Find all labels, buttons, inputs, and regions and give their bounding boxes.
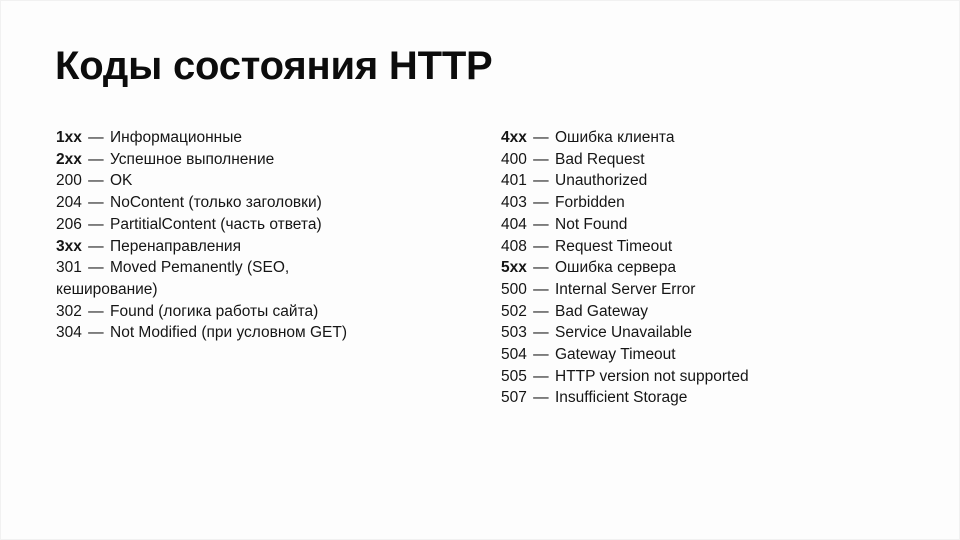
em-dash-separator: — [83,259,108,277]
status-code-line: 502 — Bad Gateway [501,301,921,323]
status-code-description: Bad Gateway [555,302,649,320]
status-code-value: 404 [501,215,527,233]
em-dash-separator: — [83,172,108,190]
status-code-value: 505 [501,367,527,385]
status-code-line: 5xx — Ошибка сервера [501,257,921,279]
em-dash-separator: — [83,324,108,342]
status-code-value: 4xx [501,129,527,146]
em-dash-separator: — [528,346,553,364]
page-title: Коды состояния HTTP [55,44,493,88]
em-dash-separator: — [528,172,553,190]
status-code-line: 500 — Internal Server Error [501,279,921,301]
em-dash-separator: — [528,324,553,342]
status-code-description: Информационные [110,129,243,146]
status-code-description: PartitialContent (часть ответа) [110,215,322,233]
status-code-line: 301 — Moved Pemanently (SEO, кеширование… [56,257,386,300]
em-dash-separator: — [528,150,553,168]
status-code-line: 404 — Not Found [501,214,921,236]
status-code-value: 5xx [501,259,527,277]
status-code-line: 302 — Found (логика работы сайта) [56,301,476,323]
em-dash-separator: — [528,280,553,298]
status-code-value: 403 [501,194,527,212]
status-code-line: 503 — Service Unavailable [501,322,921,344]
status-code-description: Found (логика работы сайта) [110,302,319,320]
status-code-description: Insufficient Storage [555,389,688,407]
em-dash-separator: — [528,367,553,385]
em-dash-separator: — [528,259,553,277]
status-code-value: 1xx [56,129,82,146]
status-code-line: 304 — Not Modified (при условном GET) [56,322,476,344]
status-code-value: 3xx [56,237,82,255]
status-code-value: 2xx [56,150,82,168]
em-dash-separator: — [83,129,108,146]
status-code-value: 304 [56,324,82,342]
status-code-value: 204 [56,194,82,212]
status-code-line: 505 — HTTP version not supported [501,366,921,388]
status-code-line: 1xx — Информационные [56,127,476,149]
status-code-line: 200 — OK [56,170,476,192]
status-code-description: Request Timeout [555,237,673,255]
status-code-description: Unauthorized [555,172,648,190]
em-dash-separator: — [528,389,553,407]
status-code-line: 204 — NoContent (только заголовки) [56,192,476,214]
status-code-description: Успешное выполнение [110,150,275,168]
status-code-value: 507 [501,389,527,407]
status-code-description: Not Found [555,215,628,233]
status-code-description: Not Modified (при условном GET) [110,324,348,342]
status-code-line: 206 — PartitialContent (часть ответа) [56,214,476,236]
status-code-description: Forbidden [555,194,625,212]
status-code-value: 401 [501,172,527,190]
left-column: 1xx — Информационные 2xx — Успешное выпол… [56,127,476,344]
em-dash-separator: — [528,129,553,146]
status-code-description: Перенаправления [110,237,241,255]
status-code-value: 200 [56,172,82,190]
em-dash-separator: — [528,237,553,255]
status-code-description: NoContent (только заголовки) [110,194,322,212]
status-code-line: 2xx — Успешное выполнение [56,149,476,171]
em-dash-separator: — [83,215,108,233]
status-code-value: 302 [56,302,82,320]
status-code-line: 400 — Bad Request [501,149,921,171]
status-code-value: 301 [56,259,82,277]
right-column: 4xx — Ошибка клиента 400 — Bad Request 401… [501,127,921,409]
status-code-value: 408 [501,237,527,255]
status-code-line: 403 — Forbidden [501,192,921,214]
status-code-description: OK [110,172,133,190]
status-code-line: 401 — Unauthorized [501,170,921,192]
status-code-description: Gateway Timeout [555,346,676,364]
em-dash-separator: — [83,194,108,212]
slide-root: Коды состояния HTTP 1xx — Информационные… [0,0,960,540]
status-code-line: 507 — Insufficient Storage [501,387,921,409]
status-code-value: 400 [501,150,527,168]
em-dash-separator: — [83,237,108,255]
status-code-value: 502 [501,302,527,320]
status-code-value: 206 [56,215,82,233]
em-dash-separator: — [528,215,553,233]
status-code-description: Ошибка сервера [555,259,676,277]
status-code-description: Bad Request [555,150,645,168]
status-code-value: 503 [501,324,527,342]
status-code-value: 504 [501,346,527,364]
status-code-line: 408 — Request Timeout [501,236,921,258]
status-code-value: 500 [501,280,527,298]
status-code-line: 504 — Gateway Timeout [501,344,921,366]
status-code-description: Internal Server Error [555,280,696,298]
status-code-description: Service Unavailable [555,324,692,342]
status-code-description: Ошибка клиента [555,129,675,146]
em-dash-separator: — [528,194,553,212]
em-dash-separator: — [83,302,108,320]
status-code-description: HTTP version not supported [555,367,749,385]
status-code-line: 4xx — Ошибка клиента [501,127,921,149]
em-dash-separator: — [528,302,553,320]
em-dash-separator: — [83,150,108,168]
status-code-line: 3xx — Перенаправления [56,236,476,258]
